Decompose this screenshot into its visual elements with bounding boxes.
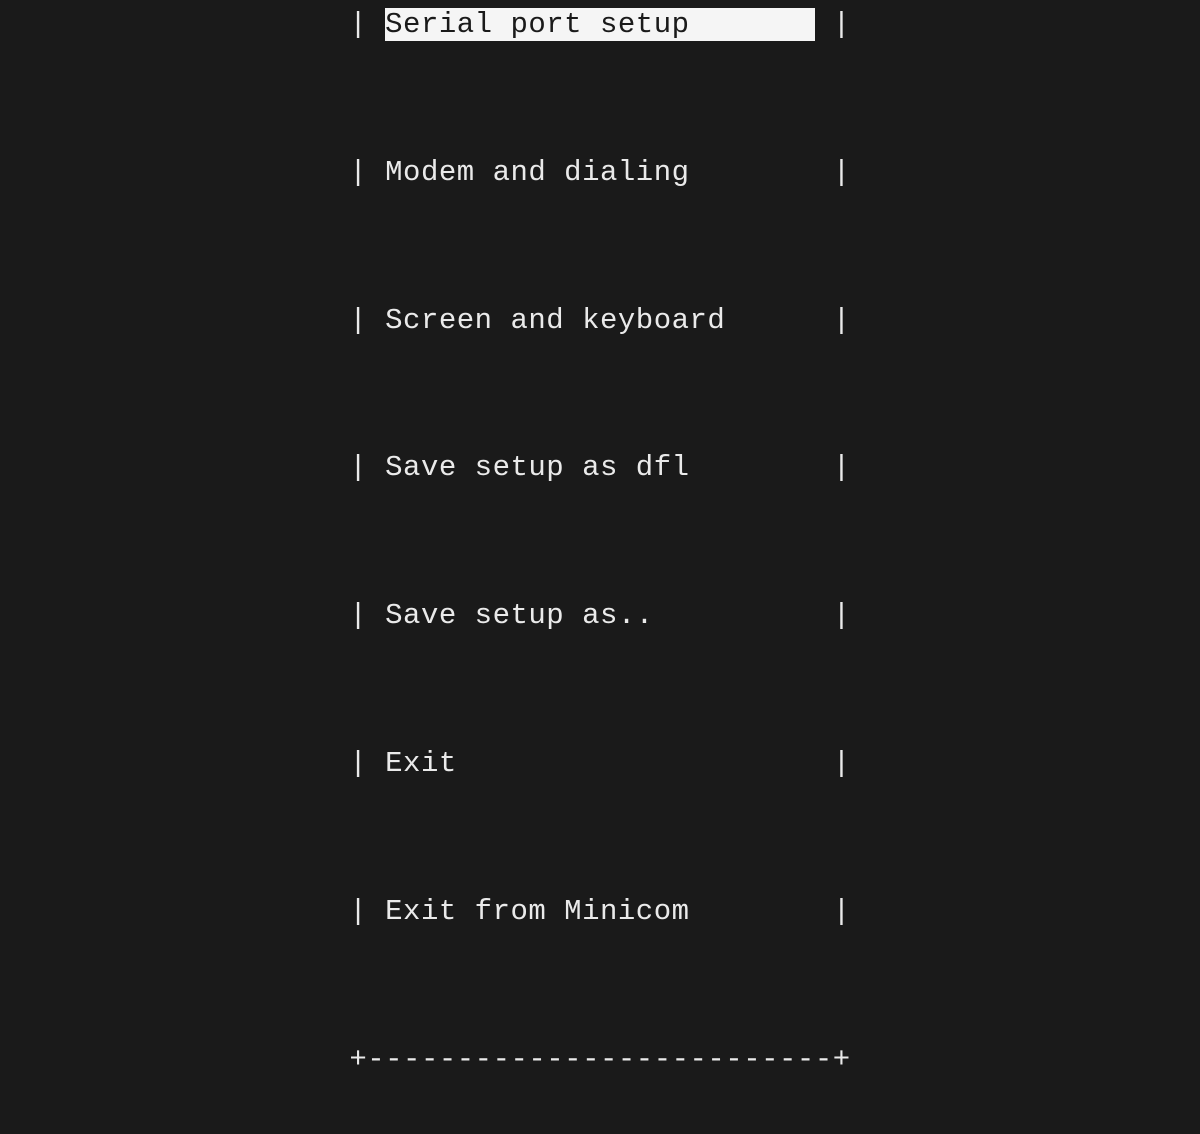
menu-item-exit-from-minicom[interactable]: | Exit from Minicom | xyxy=(349,887,850,936)
menu-border-bottom: +--------------------------+ xyxy=(349,1035,850,1084)
configuration-menu: +-----[configuration]------+ | Filenames… xyxy=(349,0,850,1134)
menu-item-screen-and-keyboard[interactable]: | Screen and keyboard | xyxy=(349,296,850,345)
menu-item-save-setup-as-dfl[interactable]: | Save setup as dfl | xyxy=(349,443,850,492)
menu-item-exit[interactable]: | Exit | xyxy=(349,739,850,788)
menu-item-save-setup-as[interactable]: | Save setup as.. | xyxy=(349,591,850,640)
menu-item-serial-port-setup[interactable]: | Serial port setup | xyxy=(349,0,850,49)
menu-item-modem-and-dialing[interactable]: | Modem and dialing | xyxy=(349,148,850,197)
